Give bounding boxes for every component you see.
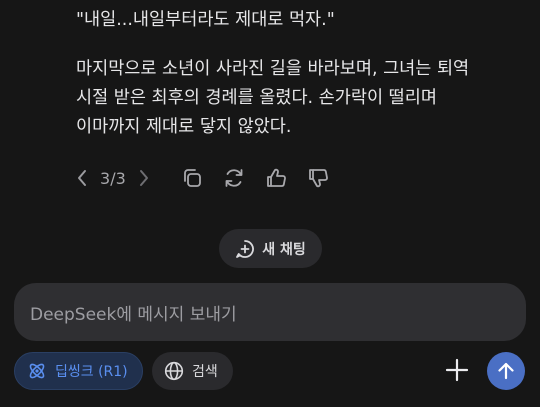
pager-text: 3/3 [100, 169, 126, 188]
message-paragraph-1: "내일...내일부터라도 제대로 먹자." [76, 10, 335, 30]
copy-icon[interactable] [180, 166, 204, 190]
message-input[interactable]: DeepSeek에 메시지 보내기 [14, 283, 526, 341]
search-toggle[interactable]: 검색 [152, 352, 233, 390]
search-label: 검색 [192, 364, 218, 380]
message-paragraph-2: 마지막으로 소년이 사라진 길을 바라보며, 그녀는 퇴역 시절 받은 최후의 … [76, 59, 470, 137]
assistant-message: "내일...내일부터라도 제대로 먹자." 마지막으로 소년이 사라진 길을 바… [76, 6, 526, 162]
message-input-placeholder: DeepSeek에 메시지 보내기 [30, 304, 237, 325]
message-actions-bar: 3/3 [72, 160, 330, 196]
globe-icon [164, 361, 184, 381]
plus-icon [445, 358, 469, 382]
atom-icon [27, 361, 47, 381]
chat-screen: "내일...내일부터라도 제대로 먹자." 마지막으로 소년이 사라진 길을 바… [0, 0, 540, 407]
regenerate-icon[interactable] [222, 166, 246, 190]
arrow-up-icon [496, 361, 516, 381]
send-button[interactable] [487, 352, 525, 390]
thumbs-down-icon[interactable] [306, 166, 330, 190]
response-pager: 3/3 [72, 166, 154, 190]
deepthink-label: 딥씽크 (R1) [55, 364, 128, 380]
new-chat-label: 새 채팅 [262, 241, 306, 258]
deepthink-toggle[interactable]: 딥씽크 (R1) [14, 352, 143, 390]
new-chat-icon [235, 239, 255, 259]
message-action-buttons [180, 166, 330, 190]
pager-total: 3 [115, 168, 126, 188]
composer-toolbar: 딥씽크 (R1) 검색 [0, 352, 540, 394]
chevron-left-icon[interactable] [72, 166, 92, 190]
new-chat-button[interactable]: 새 채팅 [219, 229, 322, 268]
pager-current: 3 [100, 168, 111, 188]
thumbs-up-icon[interactable] [264, 166, 288, 190]
attach-button[interactable] [443, 356, 471, 384]
chevron-right-icon[interactable] [134, 166, 154, 190]
